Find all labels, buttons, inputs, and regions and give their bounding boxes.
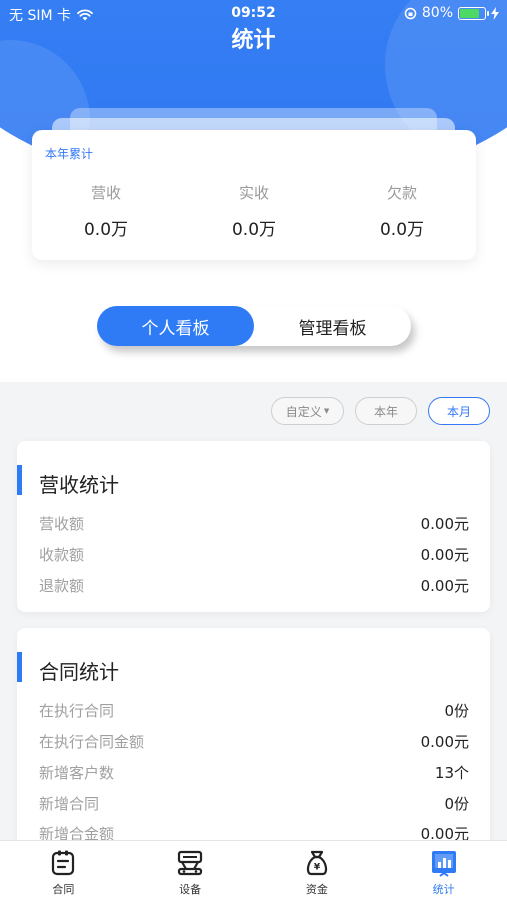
contract-stats-card: 合同统计 在执行合同 0份 在执行合同金额 0.00元 新增客户数 13个 新增…: [17, 628, 490, 858]
card-title: 合同统计: [39, 660, 119, 684]
filter-this-year[interactable]: 本年: [355, 397, 417, 425]
battery-icon: [458, 6, 489, 20]
summary-revenue: 营收 0.0万: [32, 182, 180, 240]
stat-label: 营收额: [39, 515, 85, 533]
filter-this-month[interactable]: 本月: [428, 397, 490, 425]
device-icon: [178, 850, 203, 876]
stat-label: 在执行合同: [39, 702, 115, 720]
stat-row: 营收额 0.00元: [39, 513, 469, 535]
tab-label: 设备: [179, 883, 202, 896]
stat-value: 0.00元: [420, 546, 469, 564]
stat-value: 0.00元: [420, 733, 469, 751]
tab-statistics[interactable]: 统计: [380, 841, 507, 900]
board-toggle: 个人看板 管理看板: [97, 306, 411, 346]
filter-custom-dropdown[interactable]: 自定义 ▼: [271, 397, 344, 425]
summary-label: 营收: [90, 184, 121, 202]
stat-row: 收款额 0.00元: [39, 544, 469, 566]
filter-month-label: 本月: [446, 404, 471, 419]
stat-value: 0份: [444, 795, 469, 813]
tab-label: 资金: [305, 883, 328, 896]
page-title: 统计: [231, 28, 276, 53]
tab-label: 合同: [52, 883, 75, 896]
summary-arrears: 欠款 0.0万: [328, 182, 476, 240]
filter-custom-label: 自定义: [285, 404, 322, 419]
caret-down-icon: ▼: [323, 407, 330, 415]
stat-label: 在执行合同金额: [39, 733, 145, 751]
tab-device[interactable]: 设备: [127, 841, 254, 900]
stat-row: 在执行合同 0份: [39, 700, 469, 722]
stat-label: 新增客户数: [39, 764, 115, 782]
summary-received: 实收 0.0万: [180, 182, 328, 240]
summary-label: 欠款: [386, 184, 417, 202]
stat-row: 新增合同 0份: [39, 793, 469, 815]
money-bag-icon: ¥: [306, 850, 328, 876]
bottom-tab-bar: 合同 设备 ¥ 资金 统计: [0, 840, 507, 900]
tab-personal-board[interactable]: 个人看板: [97, 306, 254, 346]
summary-title: 本年累计: [45, 147, 94, 161]
yearly-summary-card: 本年累计 营收 0.0万 实收 0.0万 欠款 0.0万: [32, 130, 476, 260]
summary-value: 0.0万: [231, 220, 277, 240]
card-accent-bar: [17, 465, 22, 495]
stat-label: 退款额: [39, 577, 85, 595]
stat-row: 新增客户数 13个: [39, 762, 469, 784]
stat-value: 0.00元: [420, 515, 469, 533]
contract-icon: [52, 850, 75, 876]
battery-percent: 80%: [421, 5, 453, 21]
card-title: 营收统计: [39, 473, 119, 497]
tab-funds[interactable]: ¥ 资金: [254, 841, 381, 900]
summary-value: 0.0万: [83, 220, 129, 240]
statistics-icon: [431, 851, 456, 877]
revenue-stats-card: 营收统计 营收额 0.00元 收款额 0.00元 退款额 0.00元: [17, 441, 490, 612]
stat-label: 新增合同: [39, 795, 100, 813]
svg-text:¥: ¥: [314, 863, 321, 873]
stat-value: 0.00元: [420, 577, 469, 595]
tab-contract[interactable]: 合同: [0, 841, 127, 900]
stat-value: 13个: [434, 764, 469, 782]
tab-management-board[interactable]: 管理看板: [254, 306, 411, 346]
charging-icon: [491, 6, 499, 20]
stat-row: 在执行合同金额 0.00元: [39, 731, 469, 753]
battery-level: [460, 8, 480, 18]
summary-label: 实收: [238, 184, 269, 202]
tab-label: 统计: [432, 883, 455, 896]
filter-year-label: 本年: [373, 404, 398, 419]
card-accent-bar: [17, 652, 22, 682]
stat-row: 退款额 0.00元: [39, 575, 469, 597]
stat-label: 收款额: [39, 546, 85, 564]
orientation-lock-icon: [404, 7, 417, 19]
header: 无 SIM 卡 09:52 80% 统计 本年累计 营收 0.0万 实收 0.0…: [0, 0, 507, 382]
stat-value: 0份: [444, 702, 469, 720]
summary-value: 0.0万: [379, 220, 425, 240]
